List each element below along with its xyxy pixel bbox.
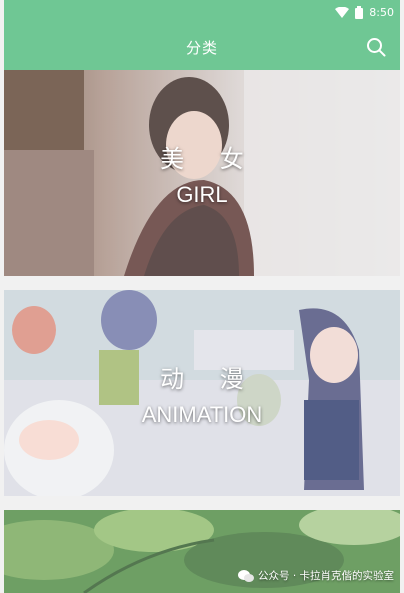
category-title-en: ANIMATION bbox=[141, 401, 263, 427]
category-card-animation[interactable]: 动 漫 ANIMATION bbox=[4, 290, 400, 496]
app-screen: 8:50 分类 美 女 GIRL 动 漫 ANIMATION 公众号 · 卡拉肖… bbox=[0, 0, 404, 593]
wechat-icon bbox=[237, 569, 254, 582]
category-title-cn: 动 漫 bbox=[160, 364, 258, 393]
status-time: 8:50 bbox=[369, 5, 394, 19]
watermark-text: 公众号 · 卡拉肖克偕的实验室 bbox=[257, 570, 394, 582]
category-title-en: GIRL bbox=[176, 181, 228, 207]
battery-icon bbox=[355, 5, 364, 19]
wifi-icon bbox=[335, 6, 350, 18]
status-bar: 8:50 bbox=[4, 0, 400, 24]
category-card-plant[interactable]: 公众号 · 卡拉肖克偕的实验室 bbox=[4, 510, 400, 593]
search-button[interactable] bbox=[364, 35, 388, 59]
category-card-girl[interactable]: 美 女 GIRL bbox=[4, 70, 400, 276]
app-bar: 分类 bbox=[4, 24, 400, 70]
page-title: 分类 bbox=[185, 38, 218, 57]
search-icon bbox=[367, 38, 386, 57]
watermark: 公众号 · 卡拉肖克偕的实验室 bbox=[237, 568, 394, 583]
category-title-cn: 美 女 bbox=[160, 144, 258, 173]
